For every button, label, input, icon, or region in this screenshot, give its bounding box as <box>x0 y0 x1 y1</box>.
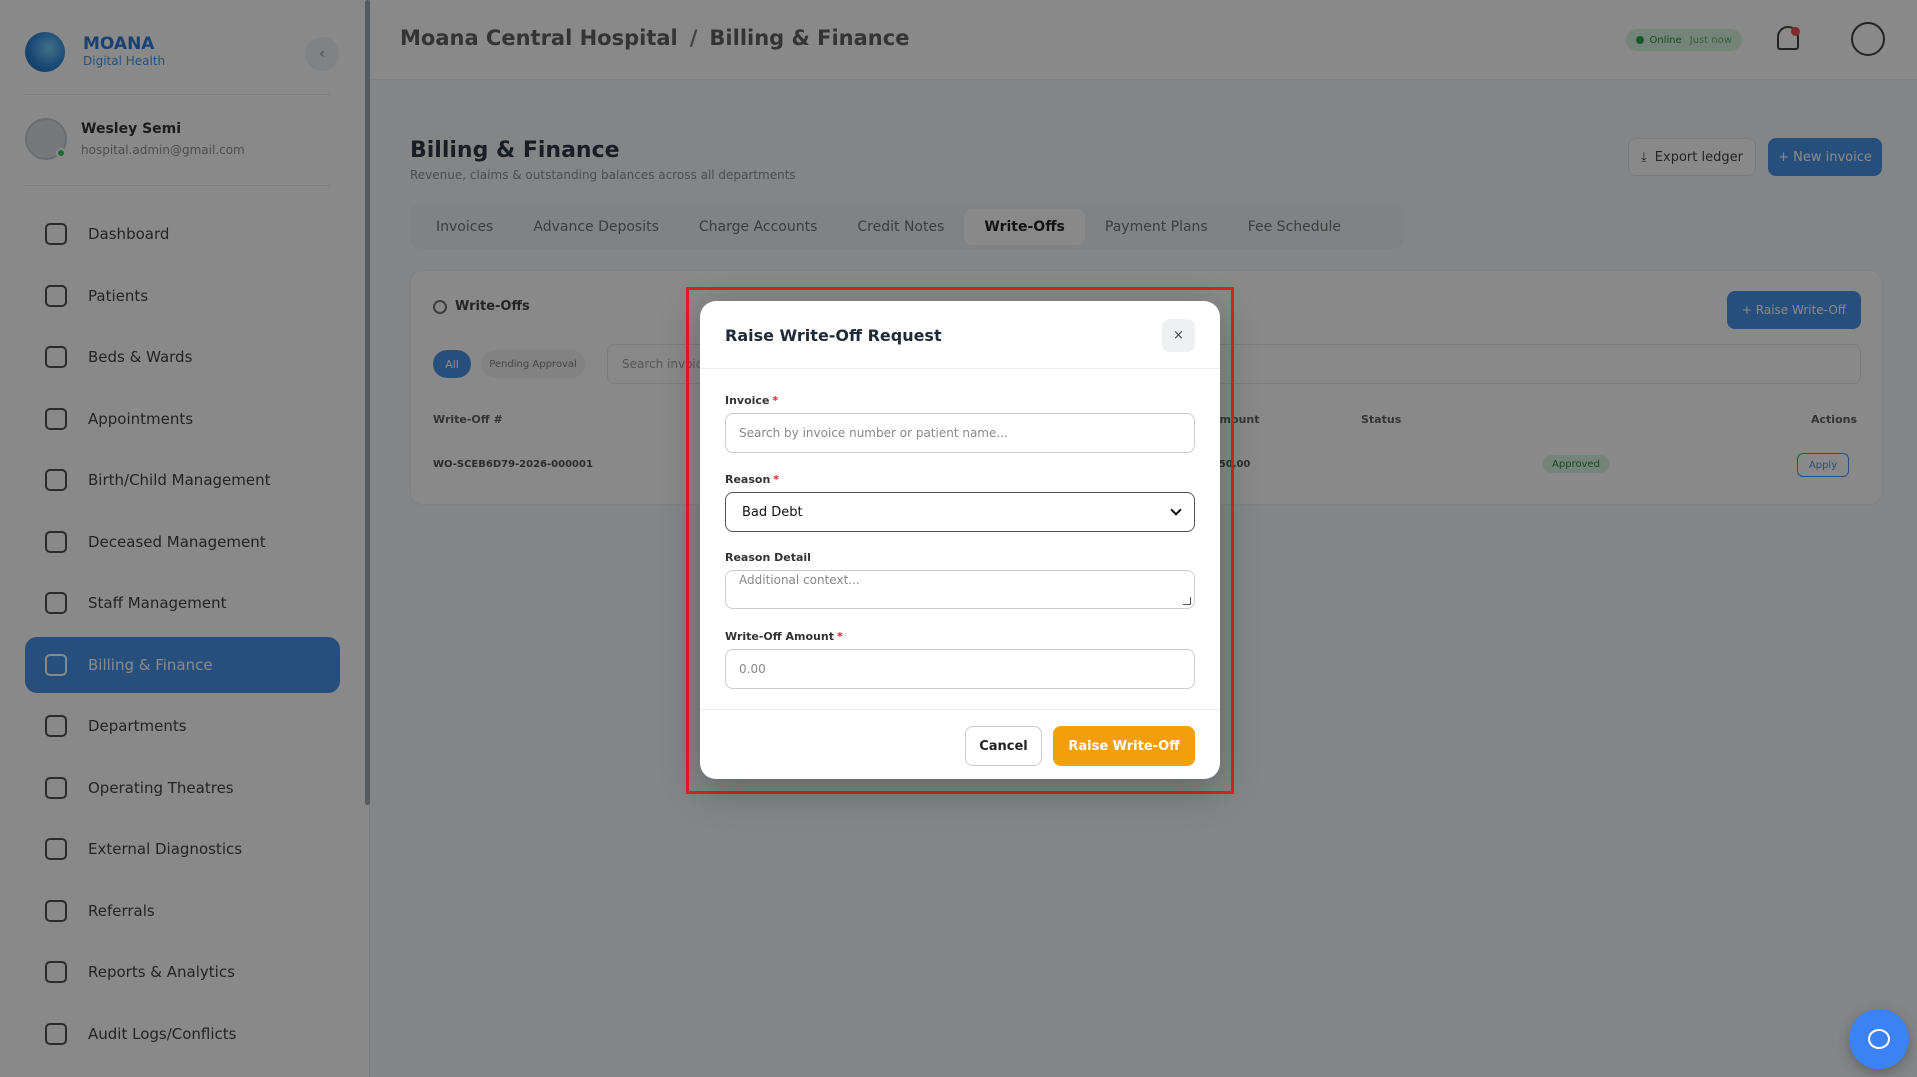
close-icon[interactable]: × <box>1162 319 1195 352</box>
resize-handle-icon[interactable] <box>1183 597 1191 605</box>
reason-select-value: Bad Debt <box>742 504 803 520</box>
modal-title: Raise Write-Off Request <box>725 326 942 345</box>
required-marker: * <box>773 473 780 486</box>
cancel-button[interactable]: Cancel <box>965 726 1042 766</box>
invoice-search-input[interactable]: Search by invoice number or patient name… <box>725 413 1195 453</box>
chat-bubble-icon <box>1868 1029 1890 1049</box>
amount-field: Write-Off Amount * 0.00 <box>725 630 1195 689</box>
invoice-field: Invoice * Search by invoice number or pat… <box>725 394 1195 453</box>
required-marker: * <box>772 394 779 407</box>
reason-field: Reason * Bad Debt <box>725 473 1195 532</box>
reason-label: Reason * <box>725 473 780 486</box>
reason-select[interactable]: Bad Debt <box>725 492 1195 532</box>
invoice-label: Invoice * <box>725 394 779 407</box>
reason-detail-textarea[interactable]: Additional context... <box>725 570 1195 609</box>
modal-header: Raise Write-Off Request × <box>700 301 1220 369</box>
modal-footer-divider <box>700 709 1220 710</box>
reason-detail-placeholder: Additional context... <box>739 573 860 587</box>
chevron-down-icon <box>1170 504 1182 516</box>
reason-detail-field: Reason Detail Additional context... <box>725 551 1195 609</box>
chat-fab-button[interactable] <box>1849 1009 1909 1069</box>
write-off-amount-input[interactable]: 0.00 <box>725 649 1195 689</box>
required-marker: * <box>836 630 843 643</box>
raise-write-off-modal: Raise Write-Off Request × Invoice * Searc… <box>700 301 1220 779</box>
reason-detail-label: Reason Detail <box>725 551 811 564</box>
raise-write-off-submit-button[interactable]: Raise Write-Off <box>1053 726 1195 766</box>
amount-label: Write-Off Amount * <box>725 630 843 643</box>
